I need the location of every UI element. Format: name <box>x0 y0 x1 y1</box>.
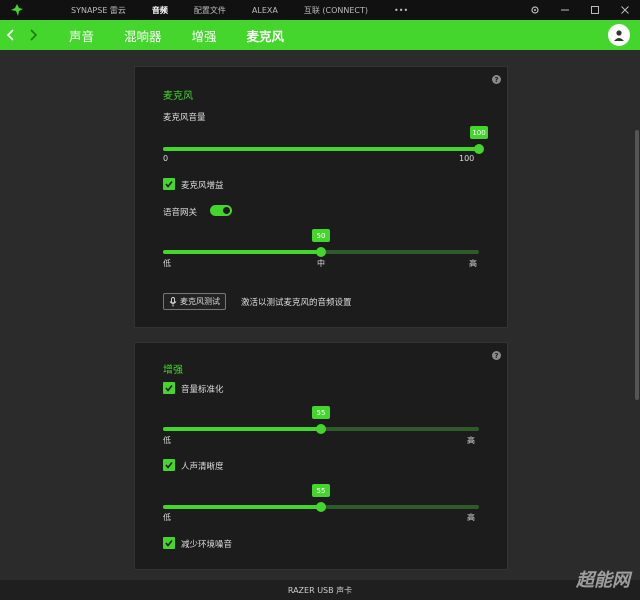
slider-fill <box>163 147 479 151</box>
voice-gate-high: 高 <box>469 259 477 268</box>
watermark-logo: 超能网 <box>576 570 630 591</box>
mic-volume-label: 麦克风音量 <box>163 113 206 123</box>
mic-gain-checkbox[interactable] <box>163 178 175 190</box>
nav-alexa[interactable]: ALEXA <box>239 6 291 15</box>
slider-thumb[interactable] <box>474 144 484 154</box>
sub-nav: 声音 混响器 增强 麦克风 <box>0 20 640 50</box>
mic-gain-label: 麦克风增益 <box>181 181 224 191</box>
clarity-low: 低 <box>163 513 171 522</box>
checkmark-icon <box>165 540 173 547</box>
noise-reduction-label: 减少环境噪音 <box>181 540 233 550</box>
device-footer: RAZER USB 声卡 <box>0 580 640 600</box>
slider-value-bubble: 100 <box>470 126 488 139</box>
clarity-label: 人声清晰度 <box>181 462 224 472</box>
razer-logo-icon[interactable] <box>6 0 28 20</box>
checkmark-icon <box>165 181 173 188</box>
toggle-knob <box>223 207 230 214</box>
noise-reduction-checkbox[interactable] <box>163 537 175 549</box>
tab-mixer[interactable]: 混响器 <box>109 26 177 45</box>
clarity-checkbox[interactable] <box>163 459 175 471</box>
help-icon[interactable]: ? <box>492 75 501 84</box>
normalize-label: 音量标准化 <box>181 385 224 395</box>
window-controls <box>520 0 640 20</box>
mic-test-label: 麦克风测试 <box>180 297 220 306</box>
clarity-high: 高 <box>467 513 475 522</box>
mic-test-hint: 激活以测试麦克风的音频设置 <box>241 298 352 308</box>
maximize-icon[interactable] <box>580 0 610 20</box>
nav-connect[interactable]: 互联 (CONNECT) <box>291 5 381 16</box>
forward-chevron-icon[interactable] <box>22 20 44 50</box>
nav-audio[interactable]: 音频 <box>139 5 181 16</box>
slider-fill <box>163 505 321 509</box>
minimize-icon[interactable] <box>550 0 580 20</box>
more-icon[interactable]: ••• <box>381 6 421 15</box>
normalize-low: 低 <box>163 436 171 445</box>
slider-thumb[interactable] <box>316 424 326 434</box>
mic-test-button[interactable]: 麦克风测试 <box>163 293 226 310</box>
nav-profiles[interactable]: 配置文件 <box>181 5 239 16</box>
help-icon[interactable]: ? <box>492 351 501 360</box>
voice-gate-low: 低 <box>163 259 171 268</box>
mic-volume-max: 100 <box>459 154 475 163</box>
top-nav: SYNAPSE 雷云 音频 配置文件 ALEXA 互联 (CONNECT) ••… <box>58 5 421 16</box>
slider-fill <box>163 250 321 254</box>
voice-gate-mid: 中 <box>317 259 325 268</box>
close-icon[interactable] <box>610 0 640 20</box>
scrollbar[interactable] <box>634 50 640 580</box>
checkmark-icon <box>165 462 173 469</box>
voice-gate-toggle[interactable] <box>210 205 232 216</box>
back-chevron-icon[interactable] <box>0 20 22 50</box>
slider-value-bubble: 55 <box>312 406 330 419</box>
slider-value-bubble: 55 <box>312 484 330 497</box>
checkmark-icon <box>165 385 173 392</box>
voice-gate-slider[interactable]: 50 <box>163 229 479 257</box>
microphone-icon <box>169 296 177 307</box>
enhancement-card: ? 增强 音量标准化 55 低 高 人声清晰度 55 低 高 减少环境噪音 <box>134 342 508 570</box>
section-title-enhance: 增强 <box>163 365 183 376</box>
normalize-slider[interactable]: 55 <box>163 406 479 434</box>
mic-volume-min: 0 <box>163 154 169 163</box>
slider-value-bubble: 50 <box>312 229 330 242</box>
slider-fill <box>163 427 321 431</box>
scrollbar-thumb[interactable] <box>635 130 639 400</box>
device-name: RAZER USB 声卡 <box>287 585 353 595</box>
normalize-high: 高 <box>467 436 475 445</box>
voice-gate-label: 语音网关 <box>163 208 198 218</box>
normalize-checkbox[interactable] <box>163 382 175 394</box>
nav-synapse[interactable]: SYNAPSE 雷云 <box>58 5 139 16</box>
settings-gear-icon[interactable] <box>520 0 550 20</box>
tab-sound[interactable]: 声音 <box>54 26 109 45</box>
slider-thumb[interactable] <box>316 502 326 512</box>
tab-microphone[interactable]: 麦克风 <box>232 26 300 45</box>
section-title-microphone: 麦克风 <box>163 91 193 102</box>
tab-enhance[interactable]: 增强 <box>177 26 232 45</box>
sub-tabs: 声音 混响器 增强 麦克风 <box>54 26 299 45</box>
title-bar: SYNAPSE 雷云 音频 配置文件 ALEXA 互联 (CONNECT) ••… <box>0 0 640 20</box>
microphone-card: ? 麦克风 麦克风音量 100 0 100 麦克风增益 语音网关 50 低 中 … <box>134 66 508 328</box>
clarity-slider[interactable]: 55 <box>163 484 479 512</box>
user-avatar-icon[interactable] <box>608 24 630 46</box>
mic-volume-slider[interactable]: 100 <box>163 126 488 154</box>
slider-thumb[interactable] <box>316 247 326 257</box>
